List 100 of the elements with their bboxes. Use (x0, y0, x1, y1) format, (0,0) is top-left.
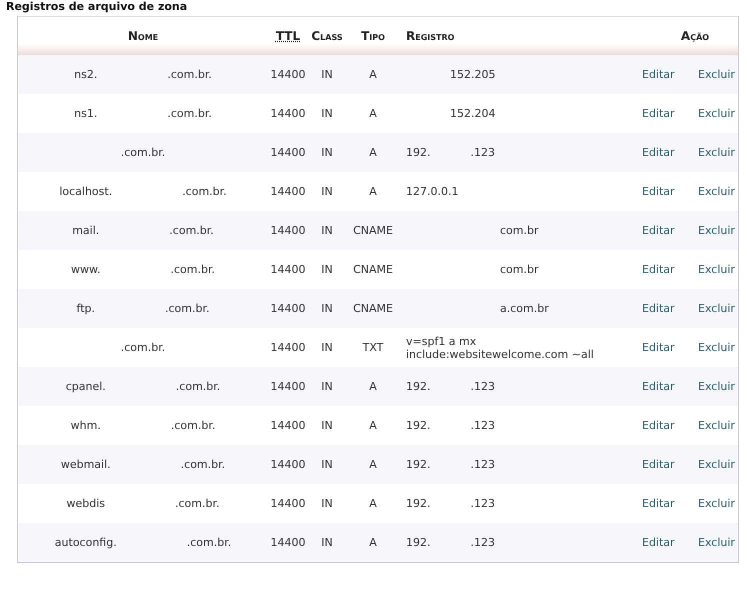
ttl-cell-text: 14400 (270, 224, 306, 237)
type-cell-text: A (368, 419, 378, 432)
class-cell-text: IN (320, 419, 334, 432)
name-cell: .com.br. (170, 419, 216, 432)
type-cell-text: A (368, 497, 378, 510)
edit-link[interactable]: Editar (640, 107, 692, 120)
edit-link[interactable]: Editar (640, 497, 692, 510)
column-header: Class (310, 29, 344, 43)
type-cell-text: A (368, 380, 378, 393)
name-cell: .com.br. (167, 68, 212, 81)
edit-link[interactable]: Editar (640, 341, 692, 354)
edit-link[interactable]: Editar (640, 185, 692, 198)
type-cell-text: A (368, 107, 378, 120)
name-cell: cpanel. (66, 380, 106, 393)
delete-link[interactable]: Excluir (692, 497, 738, 510)
class-cell-text: IN (320, 497, 334, 510)
name-cell: autoconfig. (54, 536, 117, 549)
type-cell-text: CNAME (352, 224, 394, 237)
delete-link[interactable]: Excluir (692, 107, 738, 120)
delete-link[interactable]: Excluir (692, 341, 738, 354)
edit-link[interactable]: Editar (640, 380, 692, 393)
ttl-cell-text: 14400 (270, 380, 306, 393)
name-cell: .com.br. (169, 224, 214, 237)
edit-link[interactable]: Editar (640, 302, 692, 315)
class-cell-text: IN (320, 536, 334, 549)
delete-link[interactable]: Excluir (692, 380, 738, 393)
delete-link[interactable]: Excluir (692, 68, 738, 81)
edit-link[interactable]: Editar (640, 263, 692, 276)
type-cell-text: A (368, 68, 378, 81)
type-cell-text: A (368, 536, 378, 549)
class-cell-text: IN (320, 380, 334, 393)
name-cell: .com.br. (176, 380, 220, 393)
class-cell-text: IN (320, 302, 334, 315)
type-cell-text: TXT (362, 341, 384, 354)
record-cell: a.com.br (500, 302, 549, 315)
name-cell: .com.br. (167, 107, 212, 120)
ttl-cell-text: 14400 (270, 419, 306, 432)
section-title: Registros de arquivo de zona (5, 0, 188, 15)
name-cell: .com.br. (120, 341, 166, 354)
edit-link[interactable]: Editar (640, 458, 692, 471)
record-cell: 192. (406, 419, 430, 432)
edit-link[interactable]: Editar (640, 419, 692, 432)
type-cell-text: A (368, 458, 378, 471)
name-cell: webdis (66, 497, 106, 510)
ttl-cell-text: 14400 (270, 185, 306, 198)
type-cell-text: CNAME (352, 263, 394, 276)
name-cell: .com.br. (180, 458, 226, 471)
delete-link[interactable]: Excluir (692, 224, 738, 237)
name-cell: .com.br. (165, 302, 210, 315)
delete-link[interactable]: Excluir (692, 302, 738, 315)
record-cell: .123 (470, 146, 495, 159)
column-header: TTL (274, 29, 302, 43)
class-cell-text: IN (320, 458, 334, 471)
record-cell: 152.205 (450, 68, 496, 81)
name-cell: ns2. (74, 68, 98, 81)
edit-link[interactable]: Editar (640, 536, 692, 549)
ttl-cell-text: 14400 (270, 263, 306, 276)
class-cell-text: IN (320, 263, 334, 276)
delete-link[interactable]: Excluir (692, 536, 738, 549)
record-cell: 192. (406, 497, 430, 510)
name-cell: www. (71, 263, 100, 276)
delete-link[interactable]: Excluir (692, 146, 738, 159)
type-cell-text: CNAME (352, 302, 394, 315)
delete-link[interactable]: Excluir (692, 185, 738, 198)
column-header: Nome (126, 29, 160, 43)
name-cell: ns1. (74, 107, 98, 120)
column-header: Registro (405, 29, 456, 43)
name-cell: whm. (70, 419, 101, 432)
record-cell: .123 (470, 380, 495, 393)
delete-link[interactable]: Excluir (692, 419, 738, 432)
record-cell: 192. (406, 458, 430, 471)
edit-link[interactable]: Editar (640, 68, 692, 81)
name-cell: .com.br. (175, 497, 220, 510)
delete-link[interactable]: Excluir (692, 263, 738, 276)
record-cell: 192. (406, 380, 430, 393)
record-cell: 192. (406, 146, 430, 159)
delete-link[interactable]: Excluir (692, 458, 738, 471)
name-cell: webmail. (60, 458, 111, 471)
class-cell-text: IN (320, 107, 334, 120)
name-cell: .com.br. (182, 185, 227, 198)
type-cell-text: A (368, 146, 378, 159)
ttl-cell-text: 14400 (270, 68, 306, 81)
class-cell-text: IN (320, 68, 334, 81)
ttl-cell-text: 14400 (270, 497, 306, 510)
name-cell: mail. (72, 224, 100, 237)
edit-link[interactable]: Editar (640, 146, 692, 159)
column-header: Tipo (360, 29, 386, 43)
name-cell: .com.br. (120, 146, 166, 159)
name-cell: localhost. (59, 185, 112, 198)
record-cell: 127.0.0.1 (406, 185, 458, 198)
type-cell-text: A (368, 185, 378, 198)
record-cell: .123 (470, 419, 495, 432)
record-cell: com.br (500, 263, 538, 276)
name-cell: ftp. (76, 302, 95, 315)
ttl-cell-text: 14400 (270, 302, 306, 315)
record-cell: 192. (406, 536, 430, 549)
edit-link[interactable]: Editar (640, 224, 692, 237)
ttl-cell-text: 14400 (270, 458, 306, 471)
name-cell: .com.br. (186, 536, 232, 549)
class-cell-text: IN (320, 146, 334, 159)
